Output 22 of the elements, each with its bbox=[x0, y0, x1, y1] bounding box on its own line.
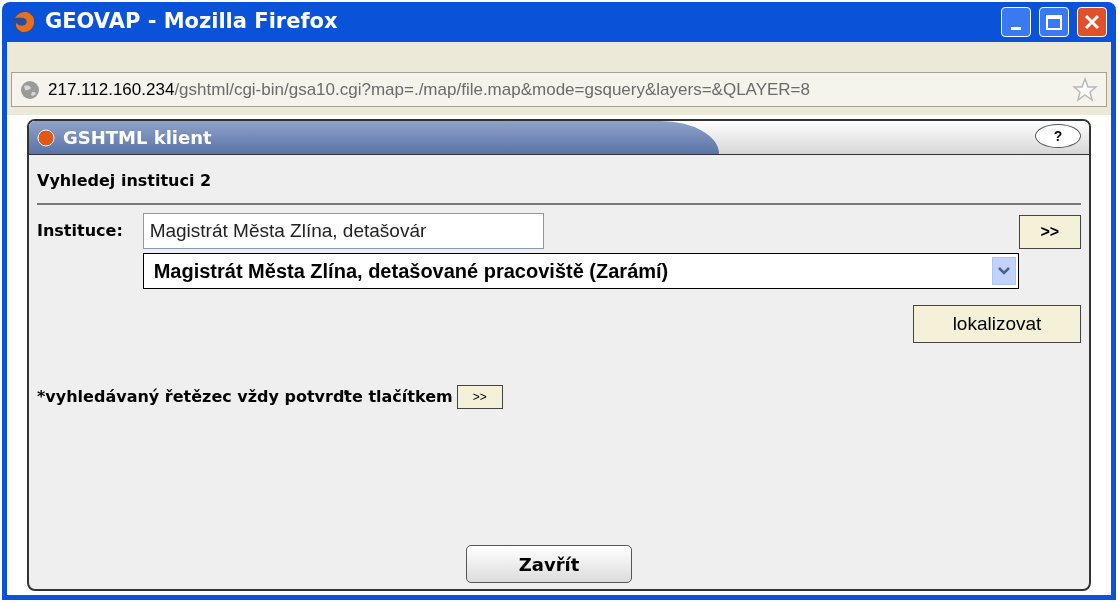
address-bar[interactable]: 217.112.160.234/gshtml/cgi-bin/gsa10.cgi?map=./map/file.map&mode=gsquery&layers=&QLAYER=8 bbox=[11, 72, 1107, 107]
locate-button[interactable]: lokalizovat bbox=[913, 305, 1081, 343]
select-field[interactable]: Magistrát Města Zlína, detašované pracoviště (Zarámí) bbox=[142, 253, 1019, 289]
confirm-button[interactable]: >> bbox=[456, 385, 503, 409]
search-button[interactable]: >> bbox=[1018, 215, 1081, 249]
hint-text: *vyhledávaný řetězec vždy potvrďte tlačítkem bbox=[37, 386, 453, 408]
minimize-button[interactable] bbox=[1001, 7, 1031, 37]
star-icon[interactable] bbox=[1072, 76, 1098, 103]
help-button[interactable]: ? bbox=[1035, 124, 1081, 148]
dot-icon bbox=[37, 128, 55, 147]
close-icon bbox=[1084, 14, 1100, 30]
form-heading: Vyhledej instituci 2 bbox=[37, 170, 213, 192]
url-host: 217.112.160.234 bbox=[48, 79, 175, 99]
field-label: Instituce: bbox=[37, 220, 124, 242]
close-button[interactable] bbox=[1077, 7, 1107, 37]
close-dialog-button[interactable]: Zavřít bbox=[466, 545, 632, 583]
window-title: GEOVAP - Mozilla Firefox bbox=[45, 8, 338, 36]
url-path: /gshtml/cgi-bin/gsa10.cgi?map=./map/file.map&mode=gsquery&layers=&QLAYER=8 bbox=[174, 79, 810, 99]
panel-title: GSHTML klient bbox=[63, 126, 212, 150]
input-field[interactable]: Magistrát Města Zlína, detašovár bbox=[142, 213, 544, 249]
maximize-button[interactable] bbox=[1039, 7, 1069, 37]
globe-icon bbox=[20, 79, 40, 100]
